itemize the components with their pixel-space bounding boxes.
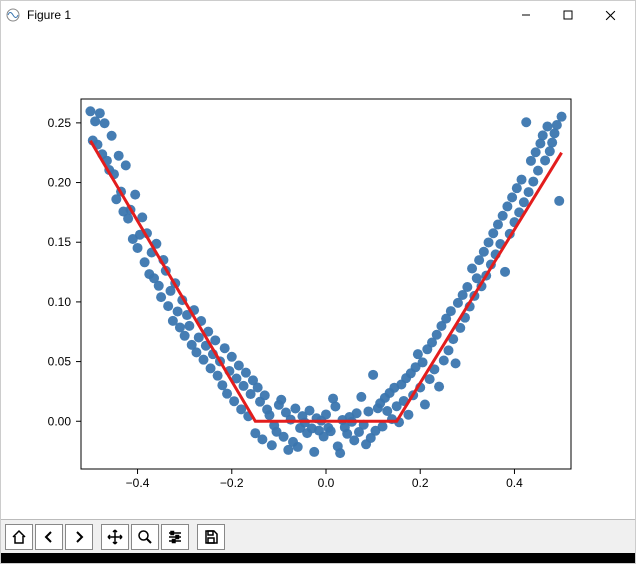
status-bar <box>1 553 635 563</box>
pan-button[interactable] <box>101 524 129 550</box>
titlebar: Figure 1 <box>1 1 635 29</box>
y-tick-label: 0.20 <box>48 176 72 190</box>
navigation-toolbar <box>1 519 635 553</box>
x-tick-label: −0.2 <box>220 476 244 490</box>
maximize-button[interactable] <box>547 1 589 29</box>
x-tick-label: 0.4 <box>506 476 523 490</box>
y-tick-label: 0.05 <box>48 355 72 369</box>
fit-line <box>90 141 561 421</box>
scatter-series <box>85 106 566 458</box>
back-button[interactable] <box>35 524 63 550</box>
figure-window: Figure 1 −0.4 −0.2 0.0 0.2 0.4 0.00 0.05 0.10 0.… <box>0 0 636 564</box>
zoom-button[interactable] <box>131 524 159 550</box>
window-title: Figure 1 <box>27 8 505 22</box>
configure-button[interactable] <box>161 524 189 550</box>
x-tick-label: −0.4 <box>126 476 150 490</box>
y-tick-label: 0.15 <box>48 235 72 249</box>
y-tick-label: 0.10 <box>48 295 72 309</box>
x-tick-label: 0.0 <box>318 476 335 490</box>
forward-button[interactable] <box>65 524 93 550</box>
close-button[interactable] <box>589 1 631 29</box>
x-tick-label: 0.2 <box>412 476 429 490</box>
save-button[interactable] <box>197 524 225 550</box>
y-tick-label: 0.25 <box>48 116 72 130</box>
home-button[interactable] <box>5 524 33 550</box>
app-icon <box>5 7 21 23</box>
plot-canvas[interactable]: −0.4 −0.2 0.0 0.2 0.4 0.00 0.05 0.10 0.15 0.20 0.2… <box>1 29 635 519</box>
y-tick-label: 0.00 <box>48 414 72 428</box>
minimize-button[interactable] <box>505 1 547 29</box>
